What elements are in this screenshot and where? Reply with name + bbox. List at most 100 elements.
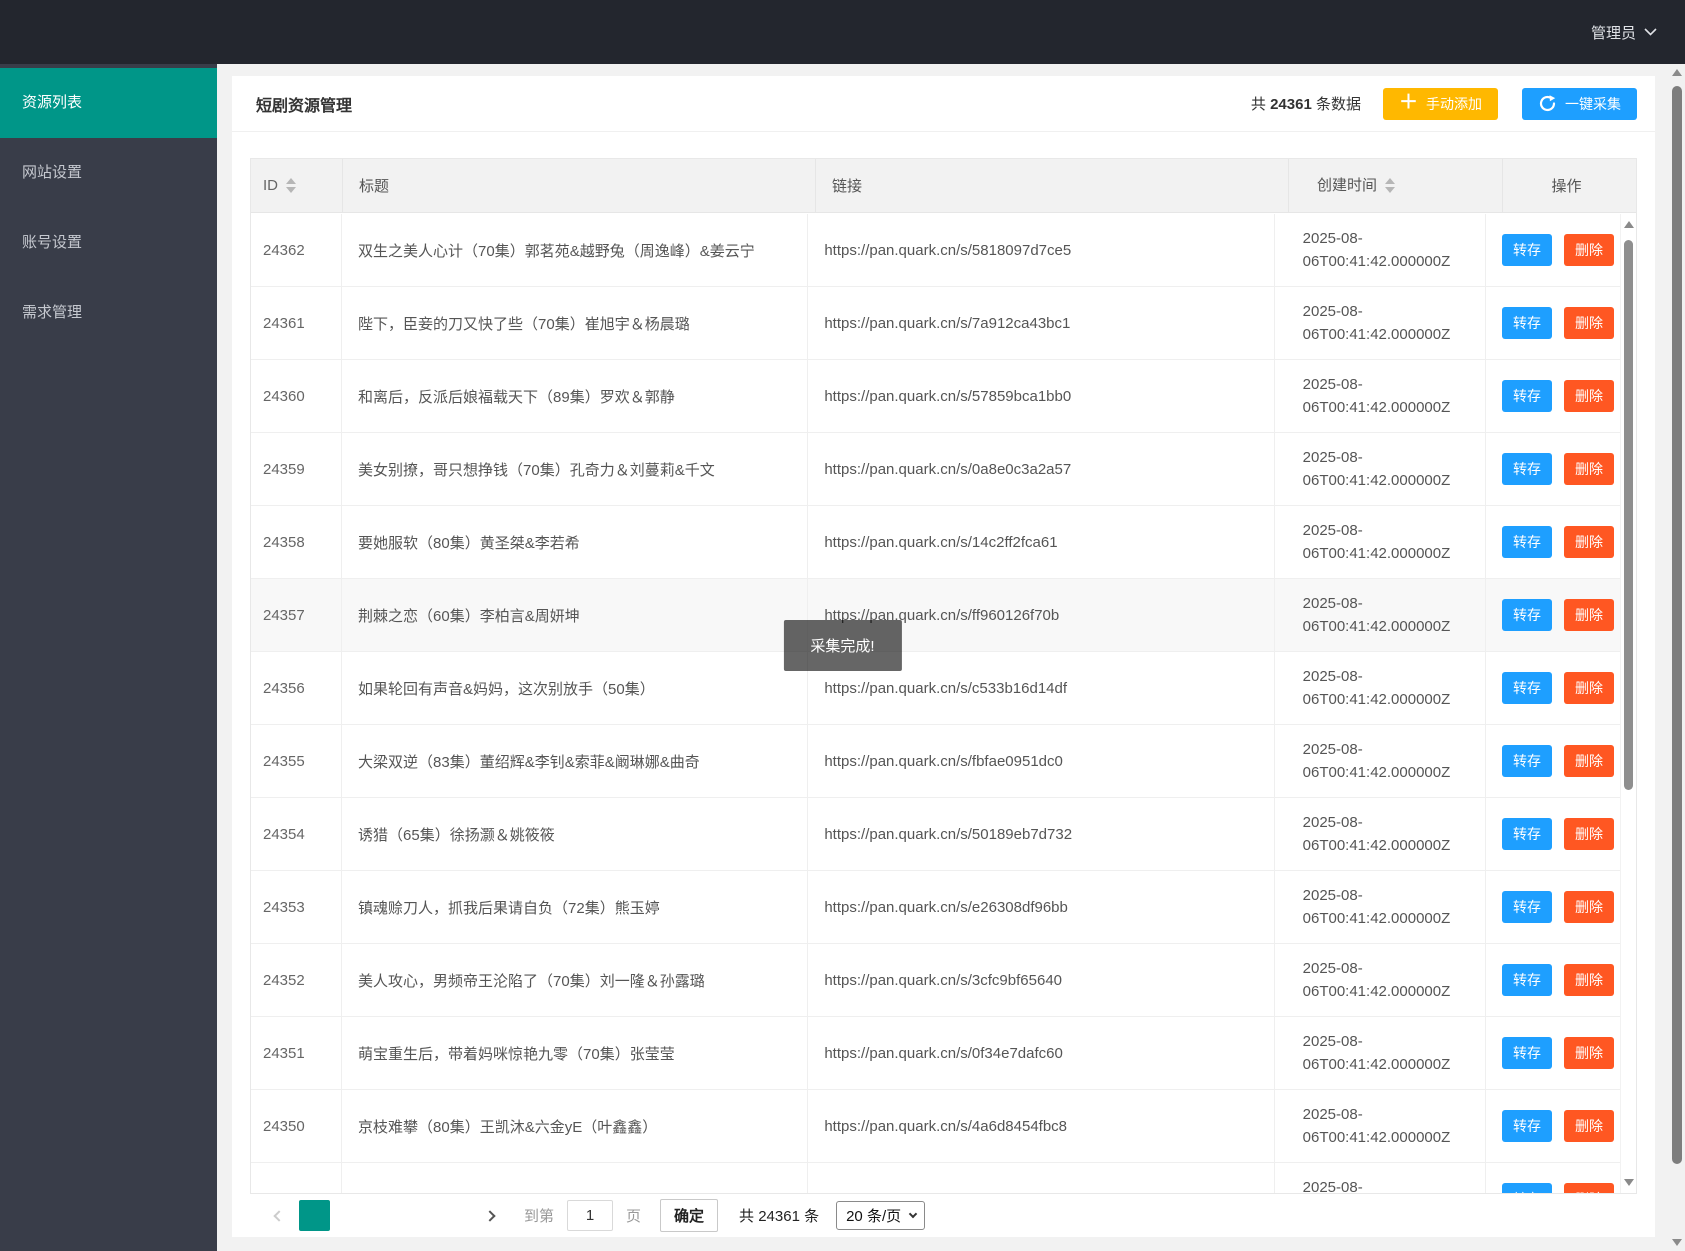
user-menu[interactable]: 管理员 [1591,0,1657,64]
goto-page-suffix: 页 [626,1208,642,1225]
cell-actions: 转存 删除 [1486,1090,1636,1162]
delete-button[interactable]: 删除 [1564,526,1614,558]
table-row: 24355 大梁双逆（83集）董绍辉&李钊&索菲&阚琳娜&曲奇 https://… [251,725,1636,798]
transfer-save-button[interactable]: 转存 [1502,599,1552,631]
next-page-button[interactable] [477,1201,503,1231]
transfer-save-button[interactable]: 转存 [1502,380,1552,412]
column-header-id[interactable]: ID [251,159,343,212]
transfer-save-button[interactable]: 转存 [1502,818,1552,850]
table-scrollbar-thumb[interactable] [1624,240,1633,790]
cell-created: 2025-08-06T00:41:42.000000Z [1275,798,1486,870]
cell-id: 24351 [251,1017,343,1089]
delete-button[interactable]: 删除 [1564,818,1614,850]
table-row: 24359 美女别撩，哥只想挣钱（70集）孔奇力＆刘蔓莉&千文 https://… [251,433,1636,506]
delete-button[interactable]: 删除 [1564,891,1614,923]
page-number[interactable] [404,1200,435,1231]
goto-page-input[interactable] [567,1200,614,1231]
cell-link: https://pan.quark.cn/s/4a6d8454fbc8 [808,1090,1275,1162]
page-title: 短剧资源管理 [256,97,353,115]
delete-button[interactable]: 删除 [1564,745,1614,777]
page-number[interactable] [439,1200,470,1231]
cell-id: 24359 [251,433,343,505]
cell-link: https://pan.quark.cn/s/50189eb7d732 [808,798,1275,870]
goto-page-label: 到第 [524,1208,555,1225]
sidebar-item[interactable]: 需求管理 [0,278,217,348]
page-number[interactable] [299,1200,330,1231]
sidebar-item[interactable]: 网站设置 [0,138,217,208]
delete-button[interactable]: 删除 [1564,234,1614,266]
refresh-icon [1539,95,1556,112]
one-click-collect-button[interactable]: 一键采集 [1522,87,1637,120]
transfer-save-button[interactable]: 转存 [1502,526,1552,558]
table-row: 24357 荆棘之恋（60集）李柏言&周妍坤 https://pan.quark… [251,579,1636,652]
table-row: 24350 京枝难攀（80集）王凯沐&六金yE（叶鑫鑫） https://pan… [251,1090,1636,1163]
sidebar-item[interactable]: 账号设置 [0,208,217,278]
transfer-save-button[interactable]: 转存 [1502,672,1552,704]
delete-button[interactable]: 删除 [1564,1037,1614,1069]
cell-actions: 转存 删除 [1486,725,1636,797]
delete-button[interactable]: 删除 [1564,672,1614,704]
cell-link: https://pan.quark.cn/s/7a912ca43bc1 [808,287,1275,359]
manual-add-button[interactable]: ＋ 手动添加 [1382,87,1498,120]
table-row: 24352 美人攻心，男频帝王沦陷了（70集）刘一隆＆孙露璐 https://p… [251,944,1636,1017]
pagination-total: 共 24361 条 [739,1208,820,1225]
transfer-save-button[interactable]: 转存 [1502,1110,1552,1142]
select-caret-icon [908,1209,918,1219]
transfer-save-button[interactable]: 转存 [1502,964,1552,996]
page-scrollbar[interactable] [1670,64,1685,1251]
cell-created: 2025-08-06T00:41:42.000000Z [1275,1017,1486,1089]
cell-actions: 转存 删除 [1486,652,1636,724]
delete-button[interactable]: 删除 [1564,307,1614,339]
cell-link: https://pan.quark.cn/s/57859bca1bb0 [808,360,1275,432]
transfer-save-button[interactable]: 转存 [1502,745,1552,777]
cell-id: 24361 [251,287,343,359]
column-header-created[interactable]: 创建时间 [1289,159,1503,212]
cell-link: https://pan.quark.cn/s/0a8e0c3a2a57 [808,433,1275,505]
table-row: 24362 双生之美人心计（70集）郭茗苑&越野兔（周逸峰）&姜云宁 https… [251,214,1636,287]
delete-button[interactable]: 删除 [1564,1183,1614,1193]
cell-id: 24355 [251,725,343,797]
cell-link: https://pan.quark.cn/s/0f34e7dafc60 [808,1017,1275,1089]
sort-icon[interactable] [1385,178,1396,193]
page-number[interactable] [369,1200,400,1231]
cell-title: 京枝难攀（80集）王凯沐&六金yE（叶鑫鑫） [342,1090,809,1162]
sort-icon[interactable] [286,178,296,193]
table-row: 24358 要她服软（80集）黄圣桀&李若希 https://pan.quark… [251,506,1636,579]
delete-button[interactable]: 删除 [1564,1110,1614,1142]
cell-id: 24357 [251,579,343,651]
delete-button[interactable]: 删除 [1564,964,1614,996]
total-count-value: 24361 [1270,96,1312,113]
transfer-save-button[interactable]: 转存 [1502,891,1552,923]
delete-button[interactable]: 删除 [1564,453,1614,485]
transfer-save-button[interactable]: 转存 [1502,1183,1552,1193]
table-row: 2025-08-06T00:41:42.000000Z 转存 删除 [251,1163,1636,1193]
transfer-save-button[interactable]: 转存 [1502,234,1552,266]
prev-page-button[interactable] [266,1201,292,1231]
cell-link [808,1163,1275,1193]
transfer-save-button[interactable]: 转存 [1502,453,1552,485]
cell-link: https://pan.quark.cn/s/e26308df96bb [808,871,1275,943]
transfer-save-button[interactable]: 转存 [1502,1037,1552,1069]
delete-button[interactable]: 删除 [1564,599,1614,631]
plus-icon: ＋ [1398,92,1418,113]
cell-created: 2025-08-06T00:41:42.000000Z [1275,1090,1486,1162]
scroll-up-icon[interactable] [1624,221,1634,228]
resource-table: ID 标题 链接 创建时间 操作 24362 双生之美人心计（70集）郭茗苑&越… [250,158,1637,1194]
page-scrollbar-thumb[interactable] [1672,86,1682,1164]
confirm-button[interactable]: 确定 [660,1199,719,1232]
cell-title: 双生之美人心计（70集）郭茗苑&越野兔（周逸峰）&姜云宁 [342,214,809,286]
table-rows: 24362 双生之美人心计（70集）郭茗苑&越野兔（周逸峰）&姜云宁 https… [251,214,1636,1193]
transfer-save-button[interactable]: 转存 [1502,307,1552,339]
scroll-up-icon[interactable] [1672,69,1682,76]
delete-button[interactable]: 删除 [1564,380,1614,412]
page-size-select[interactable]: 20 条/页 [836,1201,926,1230]
scroll-down-icon[interactable] [1672,1239,1682,1246]
sidebar-item[interactable]: 资源列表 [0,68,217,138]
page-number[interactable] [334,1200,365,1231]
cell-created: 2025-08-06T00:41:42.000000Z [1275,652,1486,724]
topbar: 管理员 [0,0,1685,64]
scroll-down-icon[interactable] [1624,1179,1634,1186]
column-header-title: 标题 [343,159,816,212]
column-header-link: 链接 [816,159,1289,212]
table-scrollbar[interactable] [1620,214,1636,1193]
